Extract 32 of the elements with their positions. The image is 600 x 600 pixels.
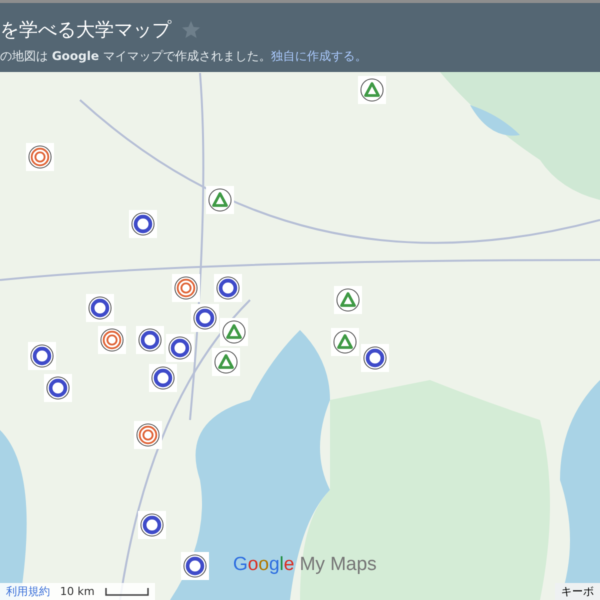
map-marker[interactable] xyxy=(44,374,72,402)
map-marker[interactable] xyxy=(358,76,386,104)
star-icon[interactable] xyxy=(181,20,201,40)
map-marker[interactable] xyxy=(26,143,54,171)
map-marker[interactable] xyxy=(334,286,362,314)
map-marker[interactable] xyxy=(166,334,194,362)
terms-link[interactable]: 利用規約 xyxy=(6,584,50,599)
map-marker[interactable] xyxy=(181,552,209,580)
map-marker[interactable] xyxy=(28,342,56,370)
map-marker[interactable] xyxy=(149,364,177,392)
map-marker[interactable] xyxy=(214,274,242,302)
map-marker[interactable] xyxy=(206,186,234,214)
map-background[interactable]: Google My Maps 利用規約 10 km キーボ xyxy=(0,72,600,600)
map-marker[interactable] xyxy=(331,328,359,356)
map-marker[interactable] xyxy=(212,348,240,376)
lake-area xyxy=(470,105,520,136)
map-title: を学べる大学マップ xyxy=(0,18,171,43)
map-marker[interactable] xyxy=(172,274,200,302)
map-logo: Google My Maps xyxy=(233,554,377,576)
map-marker[interactable] xyxy=(129,210,157,238)
map-marker[interactable] xyxy=(134,421,162,449)
map-marker[interactable] xyxy=(361,344,389,372)
map-marker[interactable] xyxy=(136,326,164,354)
scale-label: 10 km xyxy=(60,585,95,598)
keyboard-shortcuts-button[interactable]: キーボ xyxy=(555,583,600,600)
credit-text: の地図は Google マイマップで作成されました。 xyxy=(0,49,271,63)
map-marker[interactable] xyxy=(220,318,248,346)
map-marker[interactable] xyxy=(98,326,126,354)
scale-bar-icon xyxy=(104,588,149,596)
map-marker[interactable] xyxy=(86,294,114,322)
map-marker[interactable] xyxy=(138,511,166,539)
map-marker[interactable] xyxy=(191,304,219,332)
